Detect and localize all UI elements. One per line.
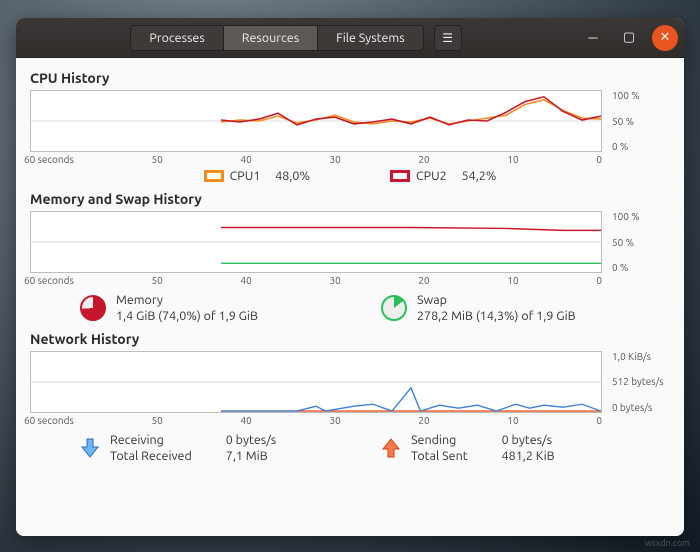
memory-item[interactable]: Memory 1,4 GiB (74,0%) of 1,9 GiB	[80, 292, 369, 325]
swap-item[interactable]: Swap 278,2 MiB (14,3%) of 1,9 GiB	[381, 292, 670, 325]
network-plot-svg	[31, 352, 601, 412]
close-icon: ✕	[660, 30, 671, 45]
download-arrow-icon	[80, 437, 100, 459]
tab-processes[interactable]: Processes	[131, 26, 223, 50]
watermark: wsxdn.com	[645, 538, 690, 548]
memswap-y-axis: 100 %50 %0 %	[608, 211, 670, 273]
minimize-button[interactable]: ─	[580, 25, 606, 51]
receiving-item[interactable]: ReceivingTotal Received 0 bytes/s7,1 MiB	[80, 432, 369, 465]
cpu-plot-svg	[31, 91, 601, 151]
cpu-legend: CPU1 48,0% CPU2 54,2%	[30, 165, 670, 185]
view-tabs: Processes Resources File Systems	[130, 25, 423, 51]
menu-icon: ☰	[442, 31, 453, 45]
maximize-icon: ▢	[623, 30, 635, 45]
upload-arrow-icon	[381, 437, 401, 459]
swap-pie-icon	[381, 295, 407, 321]
cpu1-legend-item[interactable]: CPU1 48,0%	[204, 169, 310, 183]
network-details: ReceivingTotal Received 0 bytes/s7,1 MiB…	[30, 426, 670, 465]
network-section-title: Network History	[30, 331, 670, 347]
memory-pie-icon	[80, 295, 106, 321]
titlebar: Processes Resources File Systems ☰ ─ ▢ ✕	[16, 18, 684, 58]
cpu-y-axis: 100 %50 %0 %	[608, 90, 670, 152]
memswap-chart	[30, 211, 602, 273]
memswap-section-title: Memory and Swap History	[30, 191, 670, 207]
memswap-details: Memory 1,4 GiB (74,0%) of 1,9 GiB Swap 2…	[30, 286, 670, 325]
cpu-chart	[30, 90, 602, 152]
network-x-axis: 60 seconds50403020100	[30, 413, 670, 426]
network-y-axis: 1,0 KiB/s512 bytes/s0 bytes/s	[608, 351, 670, 413]
cpu2-swatch	[390, 170, 410, 182]
hamburger-menu-button[interactable]: ☰	[434, 25, 462, 51]
content-area: CPU History 100 %50 %0 % 60 seconds50403…	[16, 58, 684, 536]
system-monitor-window: Processes Resources File Systems ☰ ─ ▢ ✕…	[16, 18, 684, 536]
memswap-plot-svg	[31, 212, 601, 272]
maximize-button[interactable]: ▢	[616, 25, 642, 51]
close-button[interactable]: ✕	[652, 25, 678, 51]
tab-filesystems[interactable]: File Systems	[318, 26, 423, 50]
cpu2-legend-item[interactable]: CPU2 54,2%	[390, 169, 496, 183]
cpu-x-axis: 60 seconds50403020100	[30, 152, 670, 165]
sending-item[interactable]: SendingTotal Sent 0 bytes/s481,2 KiB	[381, 432, 670, 465]
memswap-x-axis: 60 seconds50403020100	[30, 273, 670, 286]
tab-resources[interactable]: Resources	[224, 26, 318, 50]
network-chart	[30, 351, 602, 413]
cpu-section-title: CPU History	[30, 70, 670, 86]
cpu1-swatch	[204, 170, 224, 182]
minimize-icon: ─	[588, 30, 597, 45]
